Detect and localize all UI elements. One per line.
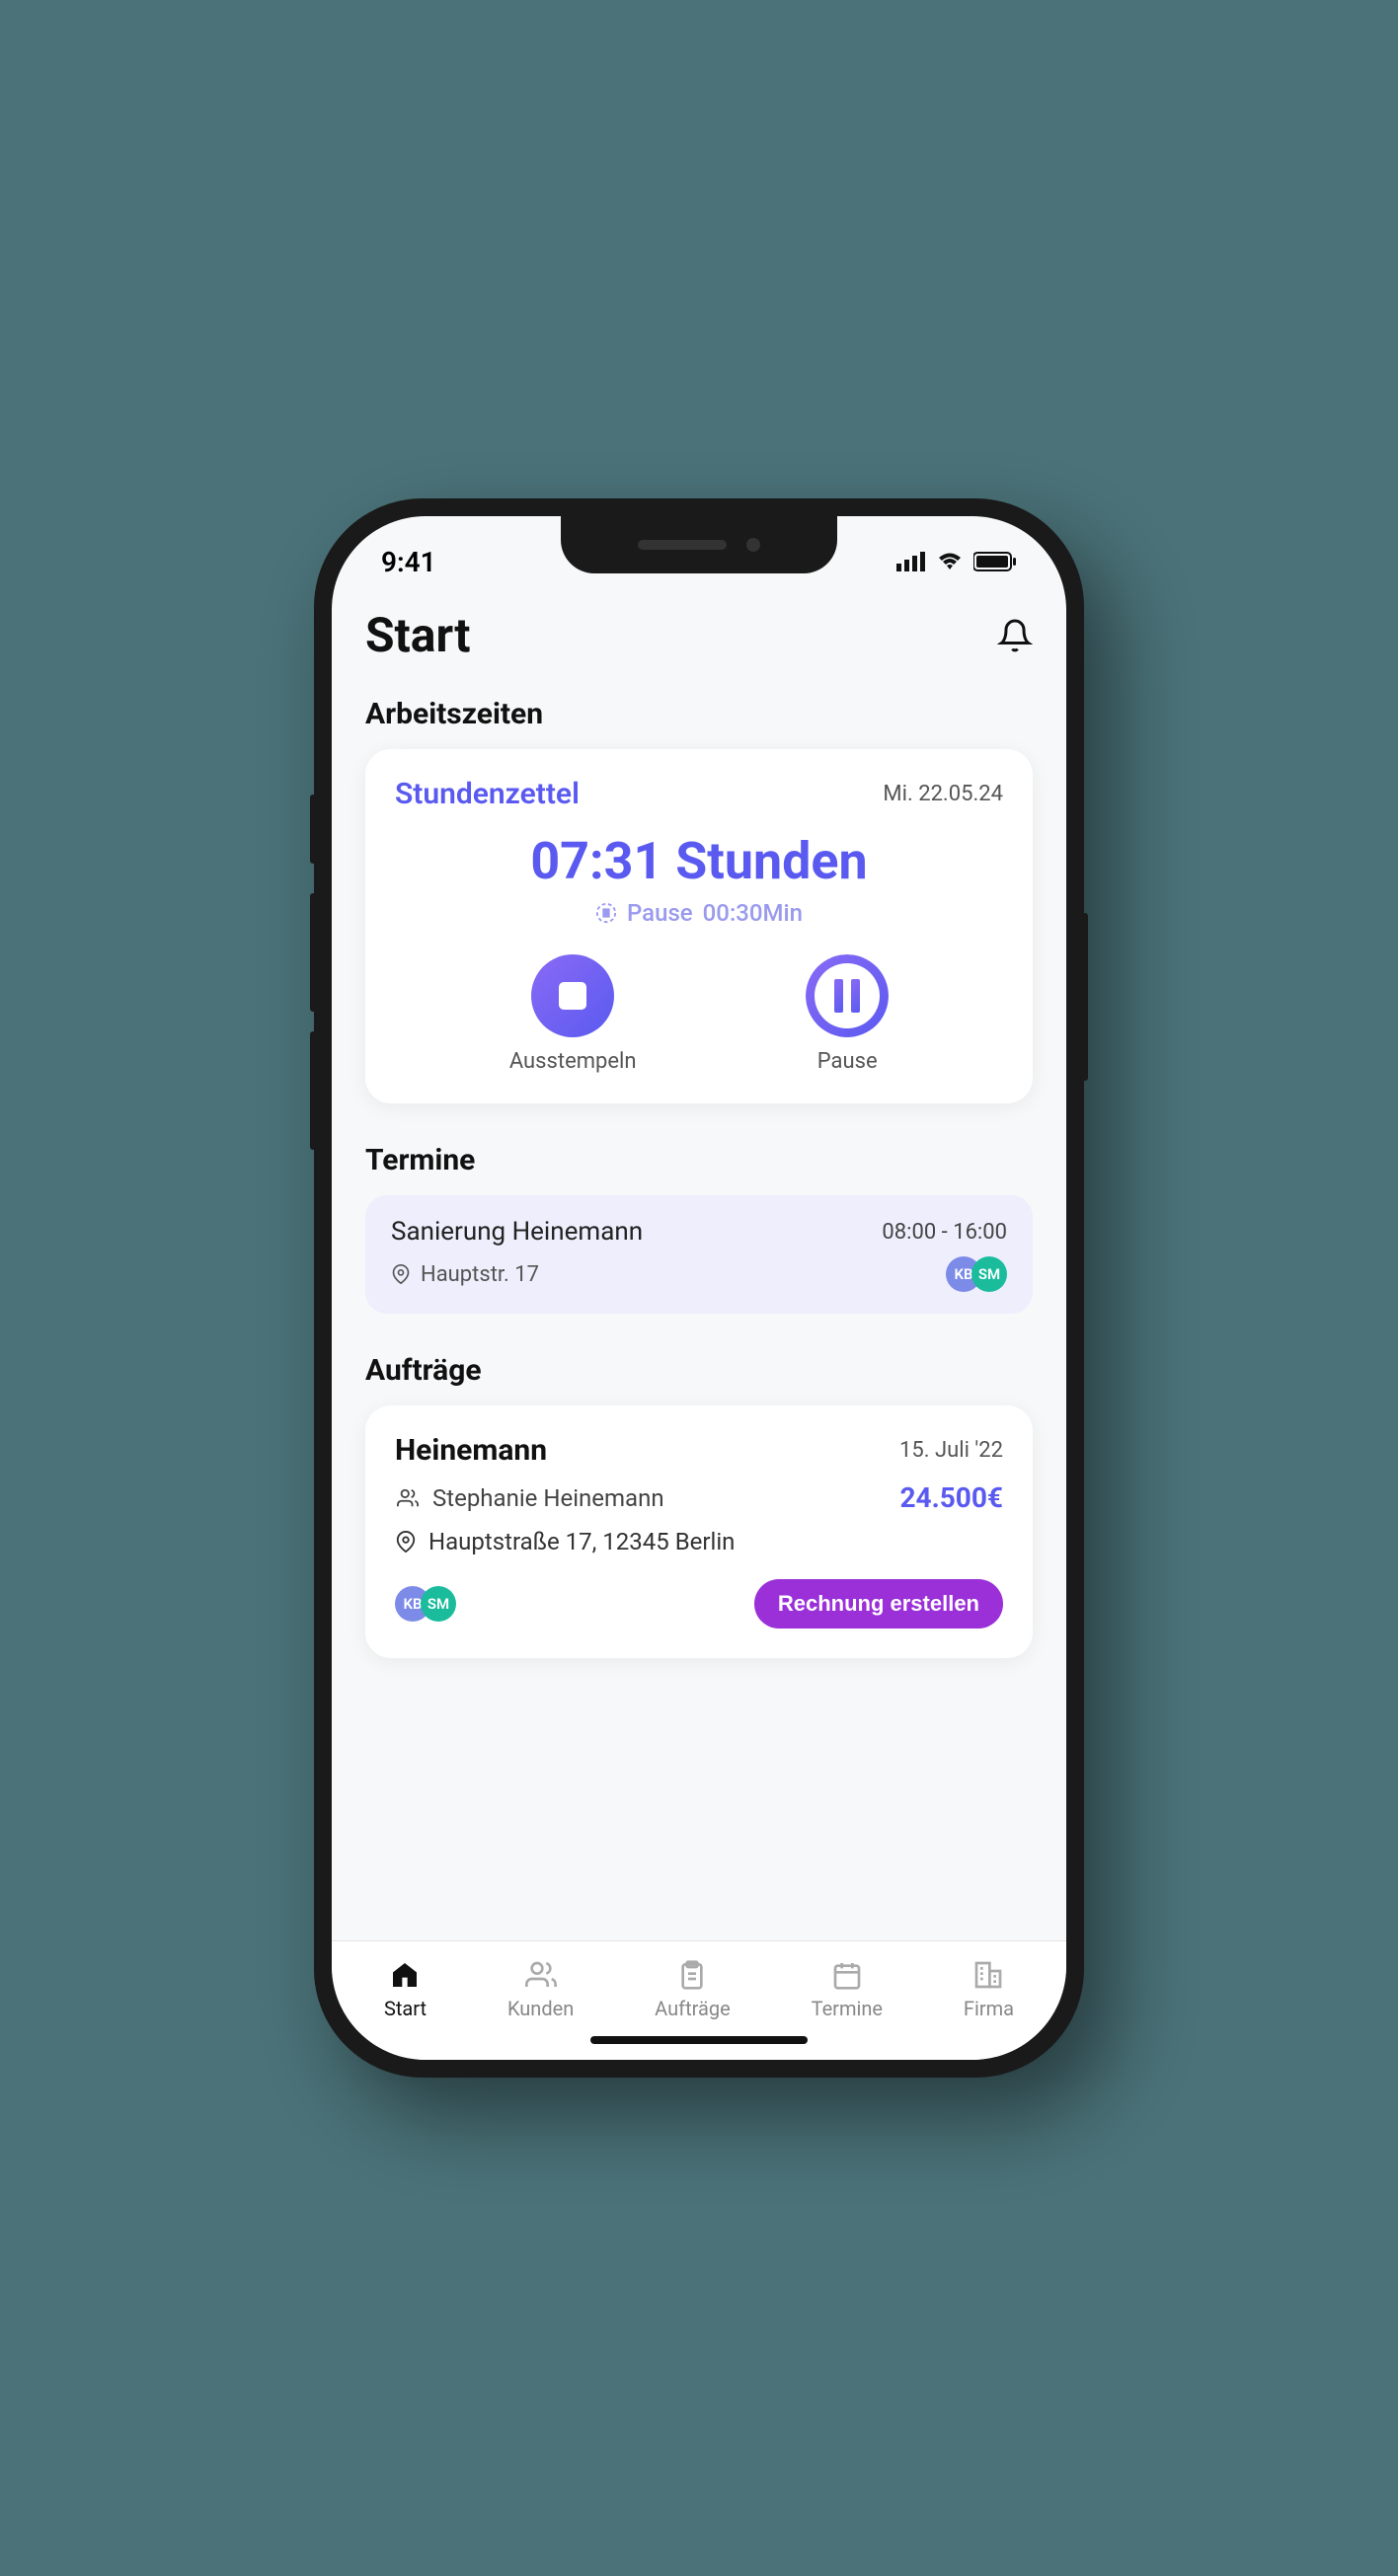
timesheet-card: Stundenzettel Mi. 22.05.24 07:31 Stunden… <box>365 749 1033 1103</box>
home-indicator[interactable] <box>590 2036 808 2044</box>
tab-firma[interactable]: Firma <box>964 1959 1014 2020</box>
calendar-icon <box>831 1959 863 1991</box>
people-icon <box>525 1959 557 1991</box>
tab-kunden[interactable]: Kunden <box>507 1959 574 2020</box>
stop-icon <box>531 954 614 1037</box>
volume-down-button <box>310 1031 316 1150</box>
job-price: 24.500€ <box>899 1481 1003 1514</box>
phone-frame: 9:41 Start Arbeitszeiten Stundenzettel M… <box>314 498 1084 2078</box>
appointment-card[interactable]: Sanierung Heinemann 08:00 - 16:00 Haupts… <box>365 1195 1033 1314</box>
appointment-time: 08:00 - 16:00 <box>882 1220 1007 1245</box>
job-card[interactable]: Heinemann 15. Juli '22 Stephanie Heinema… <box>365 1405 1033 1658</box>
job-title: Heinemann <box>395 1433 547 1468</box>
wifi-icon <box>936 552 964 571</box>
page-title: Start <box>365 607 470 663</box>
job-avatars: KB SM <box>395 1586 456 1622</box>
section-title-auftraege: Aufträge <box>365 1353 1033 1388</box>
appointment-title: Sanierung Heinemann <box>391 1217 643 1247</box>
notch <box>561 516 837 573</box>
tab-auftraege[interactable]: Aufträge <box>655 1959 731 2020</box>
timesheet-link[interactable]: Stundenzettel <box>395 777 580 811</box>
job-date: 15. Juli '22 <box>899 1438 1003 1463</box>
appointment-address: Hauptstr. 17 <box>391 1262 539 1287</box>
clipboard-icon <box>676 1959 708 1991</box>
volume-up-button <box>310 893 316 1012</box>
people-icon <box>395 1487 421 1509</box>
timesheet-date: Mi. 22.05.24 <box>883 782 1003 806</box>
tab-start[interactable]: Start <box>384 1959 427 2020</box>
create-invoice-button[interactable]: Rechnung erstellen <box>754 1579 1003 1629</box>
tab-termine[interactable]: Termine <box>812 1959 883 2020</box>
building-icon <box>972 1959 1004 1991</box>
section-title-arbeitszeiten: Arbeitszeiten <box>365 697 1033 731</box>
appointment-avatars: KB SM <box>946 1256 1007 1292</box>
job-contact: Stephanie Heinemann <box>395 1484 664 1512</box>
pause-icon <box>806 954 889 1037</box>
worked-hours: 07:31 Stunden <box>395 831 1003 891</box>
battery-icon <box>973 552 1017 571</box>
bell-icon[interactable] <box>997 618 1033 653</box>
pin-icon <box>395 1529 417 1554</box>
signal-icon <box>896 552 926 571</box>
status-time: 9:41 <box>381 546 436 578</box>
clock-out-button[interactable]: Ausstempeln <box>509 954 637 1074</box>
pause-small-icon <box>595 902 617 924</box>
job-address: Hauptstraße 17, 12345 Berlin <box>395 1528 1003 1555</box>
pin-icon <box>391 1262 411 1286</box>
pause-info: Pause 00:30Min <box>395 899 1003 927</box>
home-icon <box>389 1959 421 1991</box>
pause-button[interactable]: Pause <box>806 954 889 1074</box>
section-title-termine: Termine <box>365 1143 1033 1177</box>
side-button <box>310 795 316 864</box>
avatar: SM <box>421 1586 456 1622</box>
power-button <box>1082 913 1088 1081</box>
avatar: SM <box>971 1256 1007 1292</box>
